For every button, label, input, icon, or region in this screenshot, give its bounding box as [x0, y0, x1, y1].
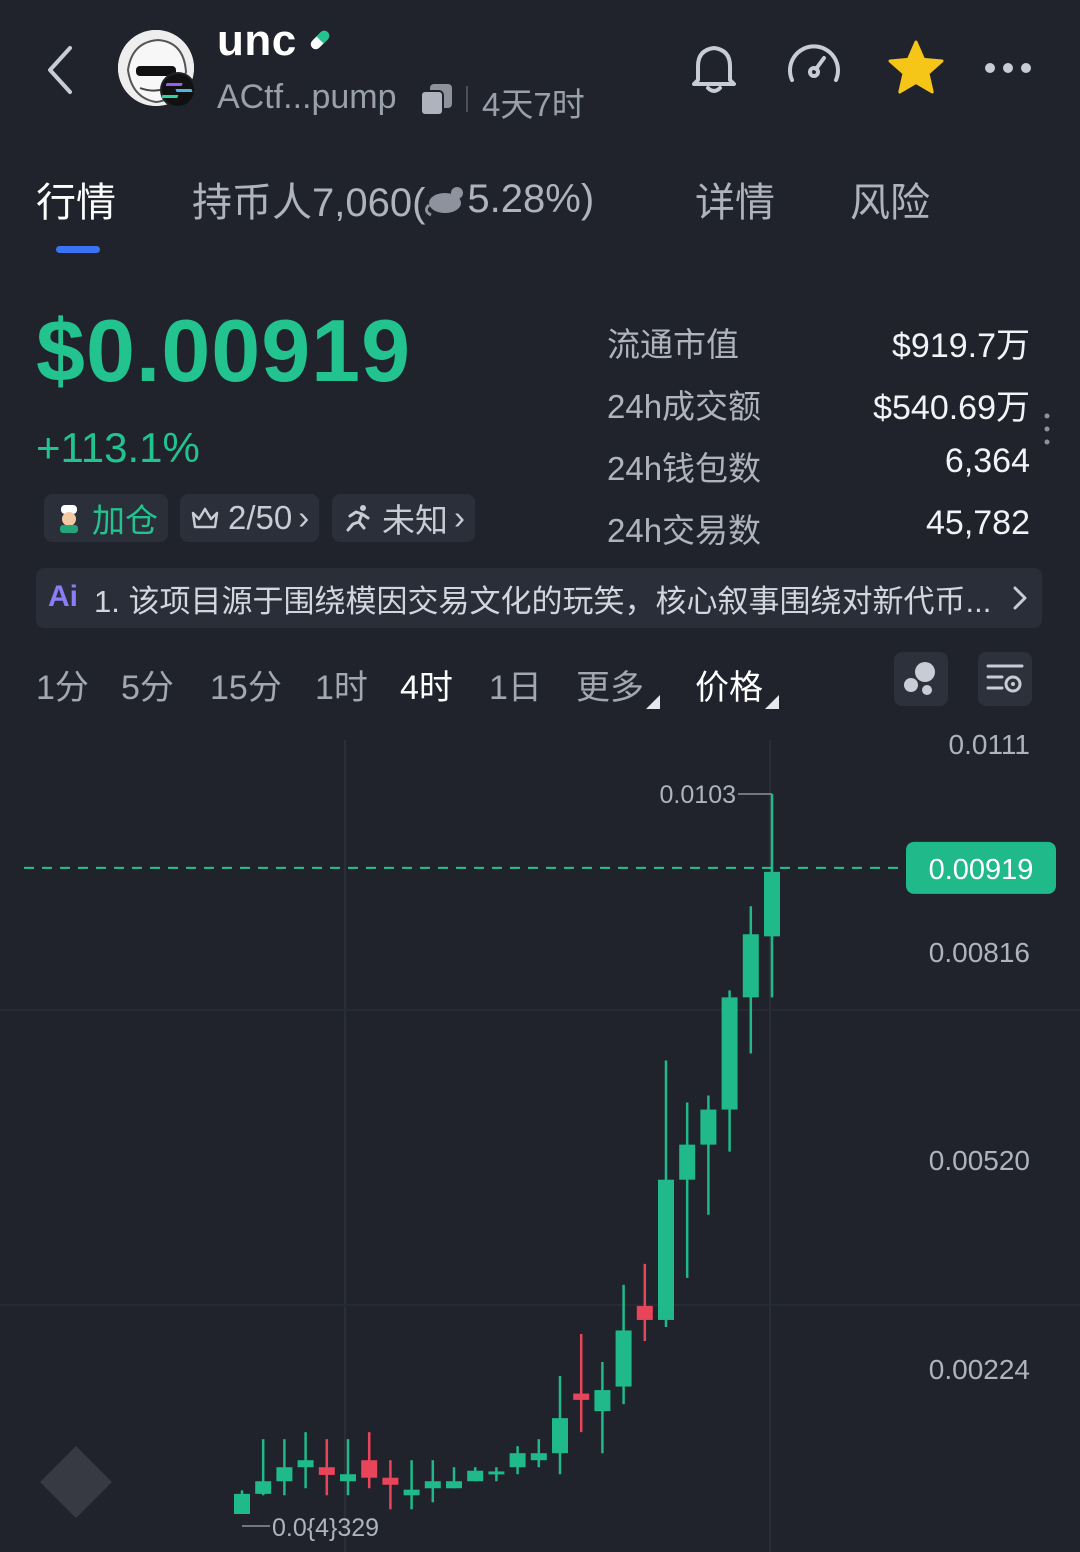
candle-body	[721, 997, 738, 1110]
token-address: ACtf...pump	[217, 78, 397, 116]
add-position-label: 加仓	[92, 502, 158, 539]
candles	[234, 794, 780, 1514]
candle-body	[255, 1481, 272, 1494]
candle-body	[742, 934, 759, 998]
token-name: unc	[217, 16, 297, 65]
star-icon[interactable]	[884, 36, 948, 100]
candle-body	[700, 1109, 717, 1145]
unknown-status-label: 未知	[382, 502, 448, 539]
candle-body	[446, 1481, 462, 1489]
chevron-right-icon[interactable]	[1008, 582, 1032, 614]
top-crown-icon	[191, 507, 219, 529]
speedometer-icon[interactable]	[782, 36, 846, 100]
candle-body	[764, 871, 780, 937]
ai-logo-icon: Ai	[48, 580, 78, 613]
candle-body	[594, 1390, 611, 1412]
tab-risk[interactable]: 风险	[850, 170, 930, 228]
top-holders-chip[interactable]: 2/50 ›	[180, 494, 320, 542]
tab-holders[interactable]: 持币人7,060( 5.28%)	[192, 170, 594, 228]
add-position-chip[interactable]: 加仓	[44, 494, 168, 542]
candle-body	[403, 1489, 420, 1496]
candle-body	[488, 1471, 505, 1475]
stat-label-trades: 24h交易数	[607, 512, 762, 549]
pill-icon	[310, 30, 330, 50]
divider	[466, 86, 468, 112]
candle-body	[573, 1393, 590, 1400]
interval-4h[interactable]: 4时	[400, 660, 453, 709]
stat-value-volume: $540.69万	[873, 389, 1030, 427]
back-arrow-icon[interactable]	[40, 40, 80, 100]
chart-labels: 0.0111 0.00816 0.00520 0.00224 0.00919 0.0103…	[24, 729, 1056, 1542]
candle-body	[297, 1460, 314, 1468]
interval-5m[interactable]: 5分	[121, 660, 174, 709]
candle-body	[361, 1460, 378, 1478]
unknown-status-chip[interactable]: 未知 ›	[332, 494, 475, 542]
tab-details[interactable]: 详情	[695, 170, 775, 228]
stat-value-wallets: 6,364	[944, 442, 1030, 480]
y-tick-label: 0.00816	[929, 937, 1030, 968]
high-price-label: 0.0103	[660, 781, 736, 809]
token-age: 4天7时	[482, 86, 585, 123]
solana-badge-icon	[160, 72, 196, 108]
candle-body	[467, 1470, 484, 1482]
chef-avatar-icon	[60, 505, 78, 533]
chart-settings-button[interactable]	[978, 652, 1032, 706]
y-tick-label: 0.00224	[929, 1354, 1030, 1385]
candle-body	[234, 1493, 250, 1514]
vertical-more-icon[interactable]	[1042, 412, 1052, 448]
candle-body	[530, 1453, 547, 1461]
interval-1d[interactable]: 1日	[489, 660, 542, 709]
stat-label-market-cap: 流通市值	[607, 326, 739, 363]
stat-label-wallets: 24h钱包数	[607, 450, 762, 487]
price-type-label: 价格	[695, 669, 763, 707]
candle-body	[658, 1179, 674, 1320]
candle-body	[679, 1144, 696, 1180]
candlestick-chart[interactable]: 0.0111 0.00816 0.00520 0.00224 0.00919 0.0103…	[0, 720, 1080, 1552]
more-intervals-label: 更多	[576, 669, 644, 707]
candle-body	[382, 1477, 399, 1485]
current-price: $0.00919	[36, 301, 412, 400]
stat-value-trades: 45,782	[926, 504, 1030, 542]
ai-summary-text: 1. 该项目源于围绕模因交易文化的玩笑，核心叙事围绕对新代币...	[94, 584, 992, 619]
price-change: +113.1%	[36, 424, 200, 471]
candle-body	[318, 1467, 335, 1475]
stat-value-market-cap: $919.7万	[892, 327, 1030, 365]
chevron-right-icon: ›	[454, 499, 465, 536]
price-type-dropdown[interactable]: 价格	[695, 660, 779, 709]
bubble-tool-button[interactable]	[894, 652, 948, 706]
chevron-right-icon: ›	[298, 499, 310, 536]
top-holders-label: 2/50	[228, 499, 293, 536]
bubble-icon	[904, 662, 935, 695]
y-tick-label: 0.0111	[949, 729, 1030, 760]
dropdown-triangle-icon	[646, 695, 660, 709]
candle-body	[615, 1330, 632, 1387]
settings-filter-icon	[986, 664, 1024, 693]
stat-label-volume: 24h成交额	[607, 388, 762, 425]
low-price-label: 0.0{4}329	[272, 1514, 379, 1542]
tab-market[interactable]: 行情	[36, 170, 116, 228]
runner-icon	[346, 505, 370, 532]
watermark-logo	[36, 1440, 116, 1522]
candle-body	[509, 1453, 526, 1468]
top-bar: unc ACtf...pump 4天7时	[0, 0, 1080, 140]
more-intervals-dropdown[interactable]: 更多	[576, 660, 660, 709]
y-tick-label: 0.00520	[929, 1145, 1030, 1176]
dropdown-triangle-icon	[765, 695, 779, 709]
interval-1h[interactable]: 1时	[315, 660, 368, 709]
candle-body	[636, 1305, 653, 1320]
bell-icon[interactable]	[682, 36, 746, 100]
current-price-label: 0.00919	[929, 854, 1034, 886]
tab-holders-label: 持币人7,060(	[192, 181, 426, 225]
more-icon[interactable]	[976, 36, 1040, 100]
copy-icon[interactable]	[418, 82, 456, 118]
candle-body	[552, 1418, 568, 1454]
interval-1m[interactable]: 1分	[36, 660, 89, 709]
interval-15m[interactable]: 15分	[210, 660, 282, 709]
candle-body	[276, 1467, 293, 1482]
candle-body	[340, 1474, 356, 1482]
candle-body	[424, 1481, 441, 1489]
rat-icon	[425, 187, 464, 217]
tab-active-indicator	[56, 246, 100, 253]
tab-holders-percent: 5.28%)	[467, 176, 595, 221]
